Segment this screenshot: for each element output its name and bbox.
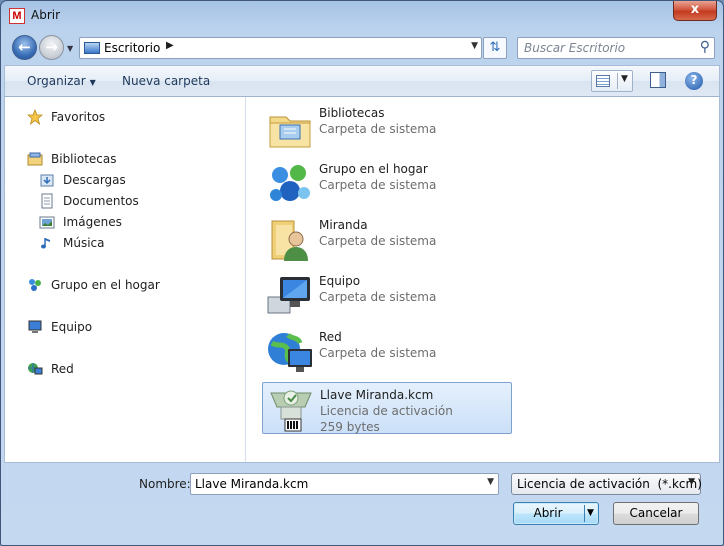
close-button[interactable]: x <box>673 1 717 21</box>
new-folder-button[interactable]: Nueva carpeta <box>122 74 210 88</box>
recent-locations-dropdown[interactable]: ▼ <box>67 44 73 53</box>
chevron-down-icon[interactable]: ▼ <box>688 477 695 487</box>
homegroup-icon <box>29 279 41 291</box>
open-file-dialog: M Abrir x ← → ▼ Escritorio ▶ ▼ ⇅ Buscar … <box>0 0 724 546</box>
sidebar-item-label: Red <box>51 362 74 376</box>
file-description: Carpeta de sistema <box>319 234 437 248</box>
organize-menu[interactable]: Organizar ▼ <box>27 74 96 88</box>
refresh-button[interactable]: ⇅ <box>483 37 507 59</box>
file-type-value: Licencia de activación (*.kcm) <box>517 477 702 491</box>
file-name-label: Nombre: <box>139 477 191 491</box>
forward-button[interactable]: → <box>39 35 64 60</box>
window-title: Abrir <box>31 8 61 22</box>
chevron-down-icon: ▼ <box>89 78 96 87</box>
open-options-dropdown[interactable]: ▼ <box>587 503 594 524</box>
file-name: Miranda <box>319 218 368 232</box>
sidebar-item-label: Grupo en el hogar <box>51 278 160 292</box>
list-item[interactable]: Bibliotecas Carpeta de sistema <box>262 101 512 153</box>
homegroup-icon <box>270 165 310 201</box>
back-button[interactable]: ← <box>12 35 37 60</box>
navigation-bar: ← → ▼ Escritorio ▶ ▼ ⇅ Buscar Escritorio… <box>1 32 723 62</box>
list-item-selected[interactable]: Llave Miranda.kcm Licencia de activación… <box>262 382 512 434</box>
downloads-icon <box>40 174 54 187</box>
change-view-button[interactable]: ▼ <box>591 70 633 92</box>
libraries-folder-icon <box>269 116 311 148</box>
file-name: Equipo <box>319 274 361 288</box>
chevron-down-icon[interactable]: ▼ <box>487 477 494 487</box>
user-folder-icon <box>271 220 308 261</box>
sidebar-item-label: Música <box>63 236 105 250</box>
desktop-icon <box>84 42 100 54</box>
address-bar[interactable]: Escritorio ▶ ▼ <box>79 37 482 59</box>
sidebar-item-label: Favoritos <box>51 110 106 124</box>
libraries-icon <box>27 152 43 166</box>
divider <box>617 73 618 89</box>
command-bar: Organizar ▼ Nueva carpeta ▼ ? <box>4 65 720 97</box>
list-item[interactable]: Grupo en el hogar Carpeta de sistema <box>262 157 512 209</box>
sidebar-item-label: Bibliotecas <box>51 152 117 166</box>
images-icon <box>39 216 55 229</box>
star-icon <box>27 109 43 125</box>
address-dropdown-icon[interactable]: ▼ <box>471 41 478 51</box>
file-list: Bibliotecas Carpeta de sistema Grupo en … <box>247 97 719 462</box>
file-name: Llave Miranda.kcm <box>320 388 434 402</box>
list-item[interactable]: Red Carpeta de sistema <box>262 325 512 377</box>
network-icon <box>268 333 312 372</box>
list-item[interactable]: Miranda Carpeta de sistema <box>262 213 512 265</box>
dialog-body: Favoritos Bibliotecas Descargas Document… <box>4 97 720 463</box>
file-name: Grupo en el hogar <box>319 162 428 176</box>
address-breadcrumb[interactable]: Escritorio <box>104 41 160 55</box>
organize-label: Organizar <box>27 74 86 88</box>
search-icon[interactable]: ⚲ <box>700 39 710 55</box>
key-file-icon <box>270 390 312 432</box>
file-type-select[interactable]: Licencia de activación (*.kcm) ▼ <box>511 473 702 495</box>
view-dropdown-icon[interactable]: ▼ <box>621 74 628 84</box>
cancel-button[interactable]: Cancelar <box>613 502 699 525</box>
file-description: Carpeta de sistema <box>319 178 437 192</box>
open-button[interactable]: Abrir ▼ <box>513 502 599 525</box>
computer-icon <box>267 277 310 314</box>
file-description: Carpeta de sistema <box>319 290 437 304</box>
app-logo-icon: M <box>9 8 25 24</box>
search-input[interactable]: Buscar Escritorio ⚲ <box>517 37 715 59</box>
sidebar-item-label: Imágenes <box>63 215 122 229</box>
dialog-footer: Nombre: Llave Miranda.kcm ▼ Licencia de … <box>1 464 723 545</box>
back-arrow-icon: ← <box>18 38 31 56</box>
help-button[interactable]: ? <box>685 72 703 90</box>
file-description: Licencia de activación <box>320 404 453 418</box>
file-name: Red <box>319 330 342 344</box>
open-button-label: Abrir <box>533 506 563 520</box>
computer-icon <box>28 320 42 333</box>
view-icon <box>596 75 610 87</box>
navigation-pane: Favoritos Bibliotecas Descargas Document… <box>5 97 246 462</box>
file-name-input[interactable]: Llave Miranda.kcm ▼ <box>190 473 499 495</box>
list-item[interactable]: Equipo Carpeta de sistema <box>262 269 512 321</box>
file-name: Bibliotecas <box>319 106 385 120</box>
sidebar-item-label: Equipo <box>51 320 93 334</box>
divider <box>584 505 585 522</box>
file-name-value[interactable]: Llave Miranda.kcm <box>195 477 308 491</box>
sidebar-item-label: Descargas <box>63 173 126 187</box>
title-bar: M Abrir x <box>1 1 723 31</box>
file-description: Carpeta de sistema <box>319 346 437 360</box>
forward-arrow-icon: → <box>45 38 58 56</box>
preview-pane-button[interactable] <box>650 72 666 88</box>
sidebar-item-label: Documentos <box>63 194 139 208</box>
documents-icon <box>41 193 53 209</box>
breadcrumb-arrow-icon[interactable]: ▶ <box>166 40 174 51</box>
refresh-icon: ⇅ <box>489 40 501 55</box>
file-size: 259 bytes <box>320 420 380 434</box>
music-note-icon <box>41 238 50 249</box>
search-placeholder: Buscar Escritorio <box>524 41 626 55</box>
file-description: Carpeta de sistema <box>319 122 437 136</box>
network-icon <box>28 363 43 375</box>
